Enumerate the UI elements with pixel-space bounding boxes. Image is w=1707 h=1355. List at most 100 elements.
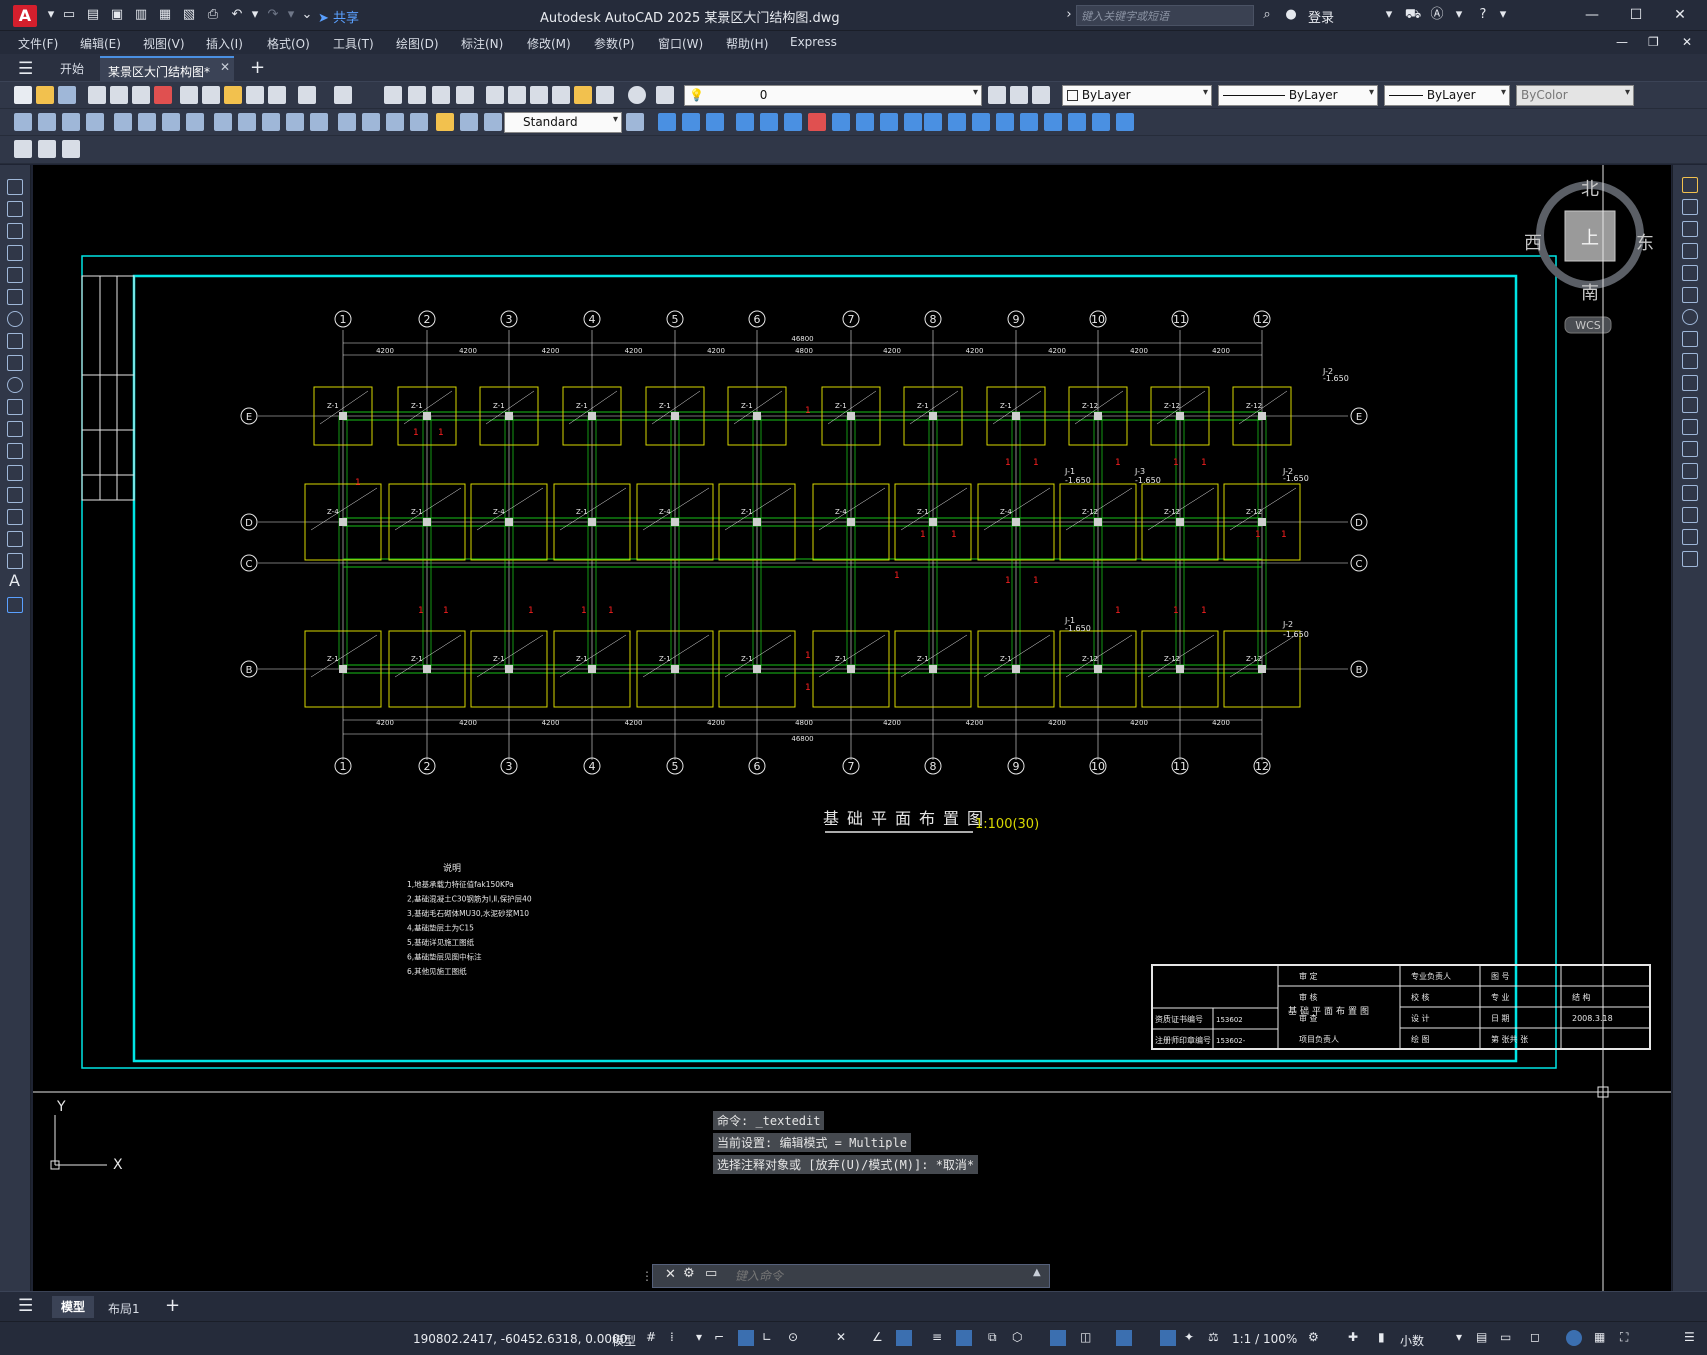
erase-icon[interactable]: [1682, 177, 1698, 193]
scale-icon[interactable]: [1682, 331, 1698, 347]
tab-drawing[interactable]: 某景区大门结构图*: [100, 56, 234, 82]
tolerance-icon[interactable]: [338, 113, 356, 131]
menu-format[interactable]: 格式(O): [267, 35, 310, 52]
object-snap-tracking-icon[interactable]: ✕: [836, 1330, 852, 1346]
command-recent-icon[interactable]: ▭: [705, 1266, 717, 1281]
units-dropdown-icon[interactable]: ▾: [1456, 1330, 1472, 1346]
search-input[interactable]: 键入关键字或短语: [1076, 5, 1254, 26]
fullscreen-icon[interactable]: ⛶: [1620, 1330, 1636, 1346]
union-icon[interactable]: [658, 113, 676, 131]
auto-scale-icon[interactable]: ✦: [1184, 1330, 1200, 1346]
intersect-icon[interactable]: [706, 113, 724, 131]
close-window-icon[interactable]: ✕: [1662, 4, 1698, 26]
polygon-icon[interactable]: [7, 245, 23, 261]
lock-ui-icon[interactable]: ▭: [1500, 1330, 1516, 1346]
autodesk-a360-icon[interactable]: Ⓐ: [1428, 6, 1446, 24]
menu-view[interactable]: 视图(V): [143, 35, 185, 52]
layout-menu-icon[interactable]: ☰: [18, 1296, 33, 1316]
clean-icon[interactable]: [996, 113, 1014, 131]
block-editor-icon[interactable]: [268, 86, 286, 104]
linear-dim-icon[interactable]: [14, 113, 32, 131]
rotate-faces-icon[interactable]: [832, 113, 850, 131]
design-center-icon[interactable]: [508, 86, 526, 104]
publish-icon[interactable]: [132, 86, 150, 104]
zoom-previous-icon[interactable]: [456, 86, 474, 104]
layer-previous-icon[interactable]: [1010, 86, 1028, 104]
plot-icon[interactable]: ⎙: [204, 6, 222, 24]
annotation-scale-icon[interactable]: ⚖: [1208, 1330, 1224, 1346]
quick-properties-icon[interactable]: ▤: [1476, 1330, 1492, 1346]
table-icon[interactable]: [7, 553, 23, 569]
aligned-dim-icon[interactable]: [38, 113, 56, 131]
paste-icon[interactable]: [224, 86, 242, 104]
doc-minimize-icon[interactable]: —: [1616, 35, 1628, 49]
isodraft-icon[interactable]: ∠: [872, 1330, 888, 1346]
tab-layout1[interactable]: 布局1: [108, 1300, 140, 1317]
markup-icon[interactable]: [574, 86, 592, 104]
baseline-dim-icon[interactable]: [238, 113, 256, 131]
fillet-icon[interactable]: [1682, 507, 1698, 523]
subtract-icon[interactable]: [682, 113, 700, 131]
extrude-faces-icon[interactable]: [736, 113, 754, 131]
sheet-set-icon[interactable]: [552, 86, 570, 104]
menu-window[interactable]: 窗口(W): [658, 35, 703, 52]
units-icon[interactable]: ▮: [1378, 1330, 1394, 1346]
a360-dropdown-icon[interactable]: ▾: [1450, 6, 1468, 24]
grid-icon[interactable]: #: [646, 1330, 662, 1346]
snap-dropdown-icon[interactable]: ▾: [696, 1330, 712, 1346]
menu-dimension[interactable]: 标注(N): [461, 35, 503, 52]
break-at-point-icon[interactable]: [1682, 419, 1698, 435]
ordinate-dim-icon[interactable]: [86, 113, 104, 131]
color-dropdown[interactable]: ByLayer ▾: [1062, 85, 1212, 106]
gradient-icon[interactable]: [7, 509, 23, 525]
command-close-icon[interactable]: ✕: [665, 1267, 676, 1282]
plotstyle-dropdown[interactable]: ByColor ▾: [1516, 85, 1634, 106]
ellipse-icon[interactable]: [7, 377, 23, 393]
model-space-toggle[interactable]: 模型: [612, 1332, 636, 1349]
dim-text-edit-icon[interactable]: [460, 113, 478, 131]
login-dropdown-icon[interactable]: ▾: [1380, 6, 1398, 24]
copy-faces-icon[interactable]: [880, 113, 898, 131]
dim-update-icon[interactable]: [484, 113, 502, 131]
arc-icon[interactable]: [7, 289, 23, 305]
new-layout-icon[interactable]: +: [165, 1295, 180, 1316]
gizmo-icon[interactable]: [1116, 1330, 1132, 1346]
linetype-dropdown[interactable]: ByLayer ▾: [1218, 85, 1378, 106]
open-file-icon[interactable]: ▤: [84, 6, 102, 24]
layer-properties-icon[interactable]: [656, 86, 674, 104]
3d-print-icon[interactable]: [154, 86, 172, 104]
app-menu-chevron-icon[interactable]: ▾: [42, 6, 60, 24]
open-icon[interactable]: [36, 86, 54, 104]
menu-draw[interactable]: 绘图(D): [396, 35, 439, 52]
redo-icon[interactable]: ↷: [264, 6, 282, 24]
polar-tracking-icon[interactable]: ⊙: [788, 1330, 804, 1346]
menu-insert[interactable]: 插入(I): [206, 35, 243, 52]
drawing-canvas[interactable]: 上 北 南 东 西 WCS 1 1 2 2 3 3 4 4 5 5 6 6 7 7 8 8 9 9 10 10 11 11…: [33, 165, 1671, 1291]
make-block-icon[interactable]: [7, 443, 23, 459]
offset-faces-icon[interactable]: [784, 113, 802, 131]
insert-block-icon[interactable]: [7, 421, 23, 437]
customization-icon[interactable]: ☰: [1684, 1330, 1700, 1346]
break-icon[interactable]: [1682, 441, 1698, 457]
isolate-objects-icon[interactable]: ◻: [1530, 1330, 1546, 1346]
annotation-monitor-icon[interactable]: ✚: [1348, 1330, 1364, 1346]
polyline-icon[interactable]: [7, 223, 23, 239]
menu-modify[interactable]: 修改(M): [527, 35, 571, 52]
match-properties-icon[interactable]: [246, 86, 264, 104]
annotation-scale-value[interactable]: 1:1 / 100%: [1232, 1332, 1297, 1346]
add-selected-icon[interactable]: [7, 597, 23, 613]
save-as-icon[interactable]: ▥: [132, 6, 150, 24]
doc-restore-icon[interactable]: ❐: [1648, 35, 1659, 49]
imprint-icon[interactable]: [972, 113, 990, 131]
dim-space-icon[interactable]: [286, 113, 304, 131]
make-current-icon[interactable]: [988, 86, 1006, 104]
trim-icon[interactable]: [1682, 375, 1698, 391]
clean-screen-icon[interactable]: ▦: [1594, 1330, 1610, 1346]
help-dropdown-icon[interactable]: ▾: [1494, 6, 1512, 24]
zoom-realtime-icon[interactable]: [408, 86, 426, 104]
region-icon[interactable]: [7, 531, 23, 547]
pan-icon[interactable]: [384, 86, 402, 104]
selection-filter-icon[interactable]: ◫: [1080, 1330, 1096, 1346]
doc-close-icon[interactable]: ✕: [1682, 35, 1692, 49]
command-expand-icon[interactable]: ▲: [1033, 1267, 1041, 1278]
